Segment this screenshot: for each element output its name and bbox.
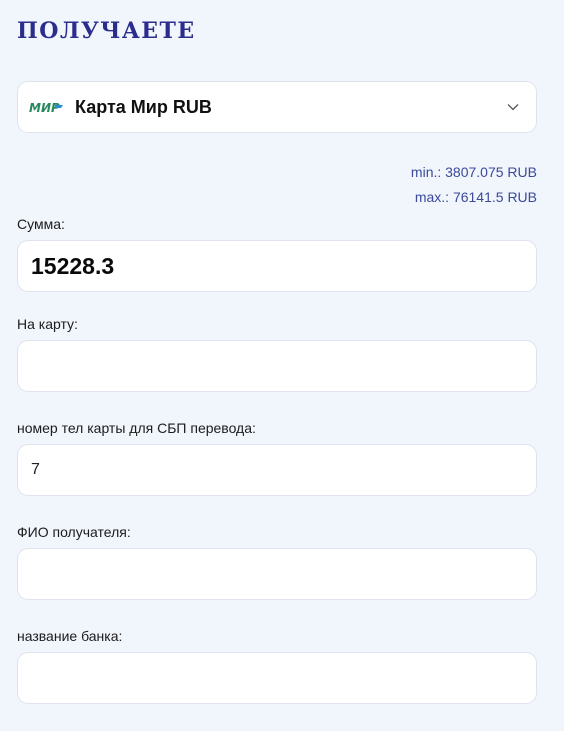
mir-logo-icon: МИР: [29, 101, 63, 113]
amount-label: Сумма:: [17, 216, 65, 232]
amount-input[interactable]: [18, 241, 536, 291]
currency-select-value: Карта Мир RUB: [75, 96, 212, 117]
section-heading: ПОЛУЧАЕТЕ: [17, 18, 196, 44]
phone-field-box: [17, 444, 537, 496]
recipient-field-box: [17, 548, 537, 600]
bank-input[interactable]: [18, 653, 536, 703]
phone-input[interactable]: [18, 445, 536, 495]
recipient-label: ФИО получателя:: [17, 524, 131, 540]
currency-select[interactable]: МИР Карта Мир RUB: [17, 81, 537, 133]
amount-field-box: [17, 240, 537, 292]
bank-field-box: [17, 652, 537, 704]
receive-panel: ПОЛУЧАЕТЕ МИР Карта Мир RUB min.: 3807.0…: [0, 0, 564, 731]
phone-label: номер тел карты для СБП перевода:: [17, 420, 256, 436]
min-limit: min.: 3807.075 RUB: [410, 164, 537, 180]
card-input[interactable]: [18, 341, 536, 391]
recipient-input[interactable]: [18, 549, 536, 599]
bank-label: название банка:: [17, 628, 123, 644]
chevron-down-icon: [507, 104, 519, 111]
card-label: На карту:: [17, 316, 78, 332]
card-field-box: [17, 340, 537, 392]
max-limit: max.: 76141.5 RUB: [414, 189, 537, 205]
